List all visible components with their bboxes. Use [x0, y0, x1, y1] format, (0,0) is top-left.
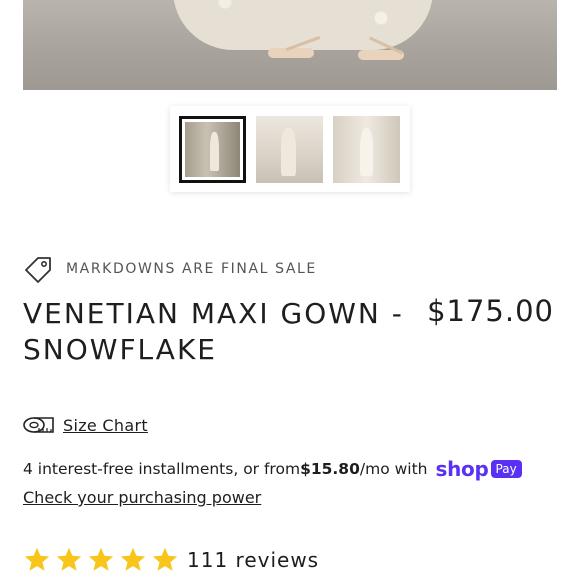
star-icon [56, 547, 82, 571]
product-title: VENETIAN MAXI GOWN - SNOWFLAKE [23, 297, 404, 366]
thumbnail-2[interactable] [256, 116, 323, 183]
star-icon [24, 547, 50, 571]
shop-pay-badge: Pay [490, 460, 522, 478]
installments-info: 4 interest-free installments, or from $1… [23, 457, 522, 481]
thumbnail-image [185, 122, 240, 177]
measuring-tape-icon [23, 417, 54, 433]
star-icon [120, 547, 146, 571]
price-tag-icon [25, 257, 51, 283]
installments-suffix: /mo with [359, 460, 428, 478]
thumbnail-gallery [170, 106, 410, 192]
model-figure [359, 128, 374, 177]
installments-prefix: 4 interest-free installments, or from [23, 460, 301, 478]
sale-notice: MARKDOWNS ARE FINAL SALE [23, 255, 317, 283]
model-figure [209, 131, 219, 172]
check-purchasing-power-link[interactable]: Check your purchasing power [23, 488, 261, 507]
reviews-summary[interactable]: 111 reviews [23, 546, 319, 574]
star-icon [88, 547, 114, 571]
thumbnail-3[interactable] [333, 116, 400, 183]
thumbnail-image [256, 116, 323, 183]
sale-notice-text: MARKDOWNS ARE FINAL SALE [66, 261, 317, 277]
model-figure [281, 128, 297, 177]
thumbnail-image [333, 116, 400, 183]
product-main-image[interactable] [23, 0, 557, 90]
installments-amount: $15.80 [300, 460, 360, 478]
left-sandal [268, 48, 314, 58]
product-price: $175.00 [427, 294, 554, 328]
reviews-count[interactable]: 111 reviews [187, 548, 319, 572]
thumbnail-1[interactable] [179, 116, 246, 183]
size-chart-row[interactable]: Size Chart [23, 414, 148, 436]
shop-pay-logo: shop [435, 457, 489, 481]
size-chart-link[interactable]: Size Chart [63, 416, 148, 435]
star-icon [152, 547, 178, 571]
